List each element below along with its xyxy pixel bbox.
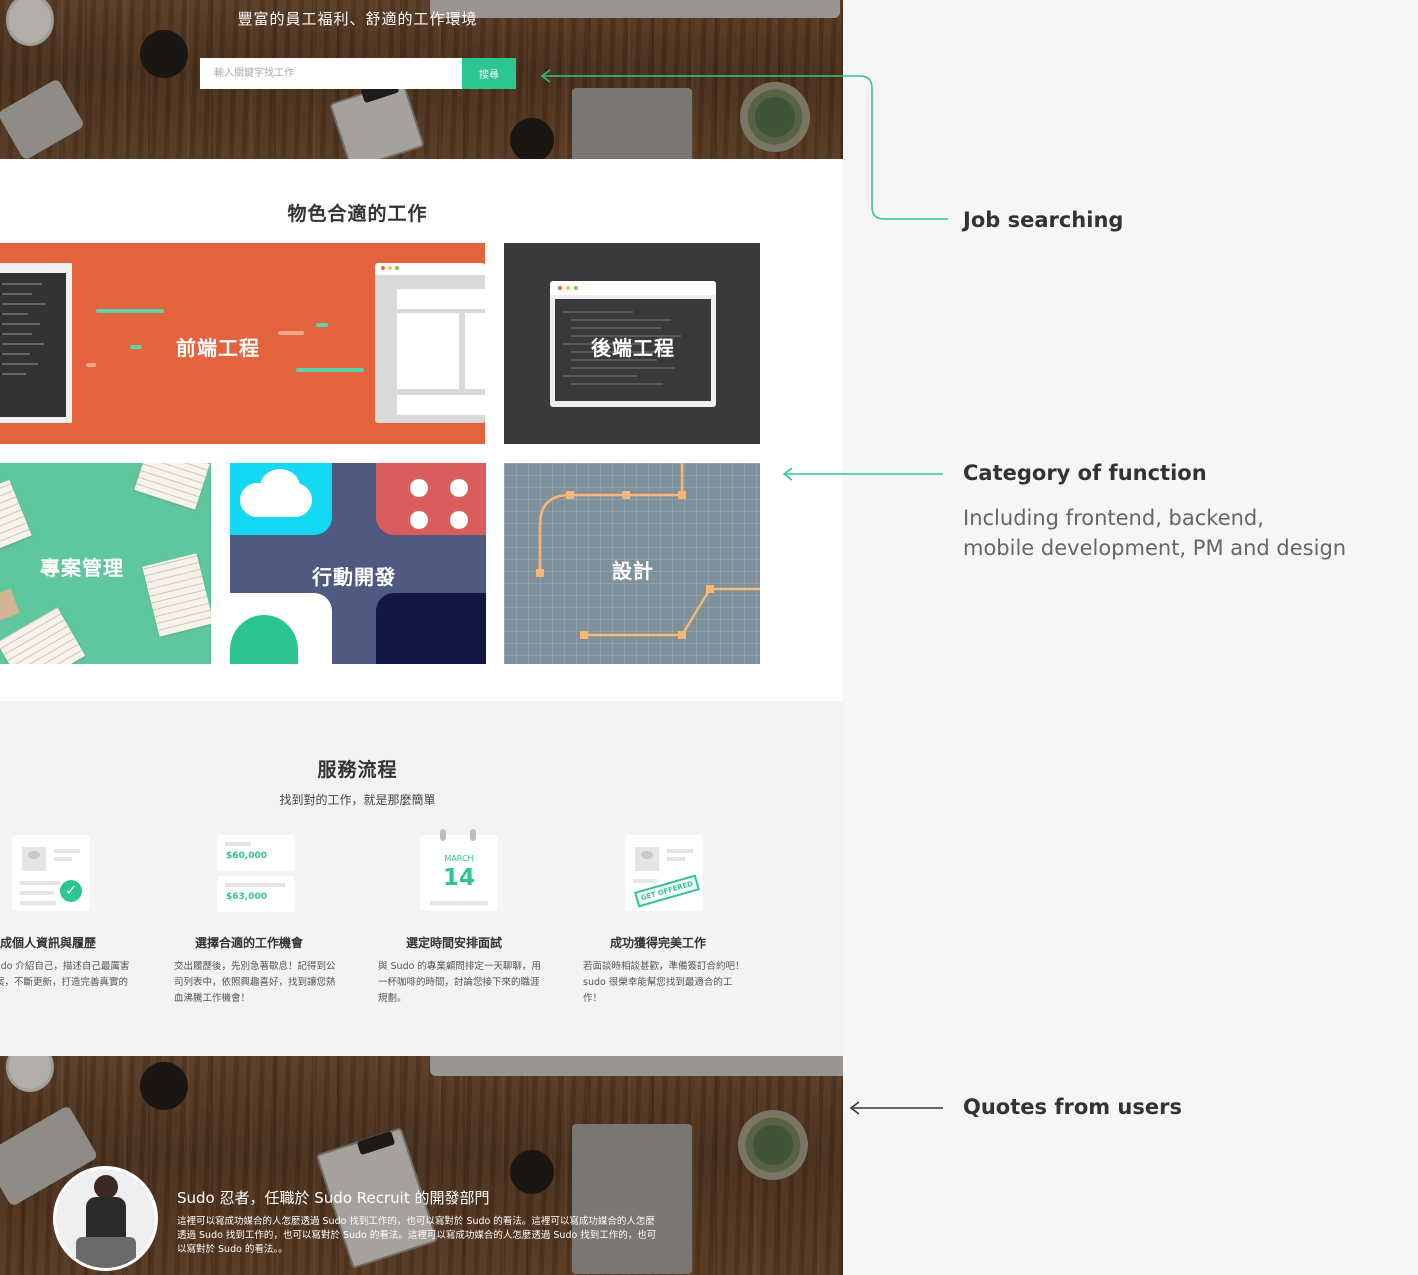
category-label-mobile: 行動開發 bbox=[312, 565, 396, 589]
category-connector bbox=[782, 467, 943, 481]
quote-text: 這裡可以寫成功媒合的人怎麼透過 Sudo 找到工作的，也可以寫對於 Sudo 的… bbox=[177, 1216, 657, 1255]
job-search-connector bbox=[540, 69, 948, 220]
job-search-input[interactable] bbox=[200, 58, 462, 89]
category-label-backend: 後端工程 bbox=[591, 336, 675, 360]
search-button[interactable]: 搜尋 bbox=[462, 58, 516, 89]
annotation-category-description: Including frontend, backend, mobile deve… bbox=[963, 503, 1346, 563]
annotation-desc-line: mobile development, PM and design bbox=[963, 536, 1347, 560]
user-avatar bbox=[53, 1166, 158, 1271]
annotation-category: Category of function bbox=[963, 461, 1207, 485]
annotation-job-searching: Job searching bbox=[963, 208, 1124, 232]
job-search-bar: 搜尋 bbox=[200, 58, 516, 89]
category-label-project-management: 專案管理 bbox=[40, 556, 124, 580]
annotation-connectors bbox=[540, 69, 948, 1115]
quotes-connector bbox=[849, 1101, 943, 1115]
category-label-design: 設計 bbox=[612, 559, 654, 583]
hero-headline: 豐富的員工福利、舒適的工作環境 bbox=[237, 10, 478, 28]
quote-author: Sudo 忍者，任職於 Sudo Recruit 的開發部門 bbox=[177, 1189, 490, 1207]
annotation-quotes: Quotes from users bbox=[963, 1095, 1182, 1119]
annotation-desc-line: Including frontend, backend, bbox=[963, 506, 1264, 530]
category-label-frontend: 前端工程 bbox=[176, 336, 260, 360]
